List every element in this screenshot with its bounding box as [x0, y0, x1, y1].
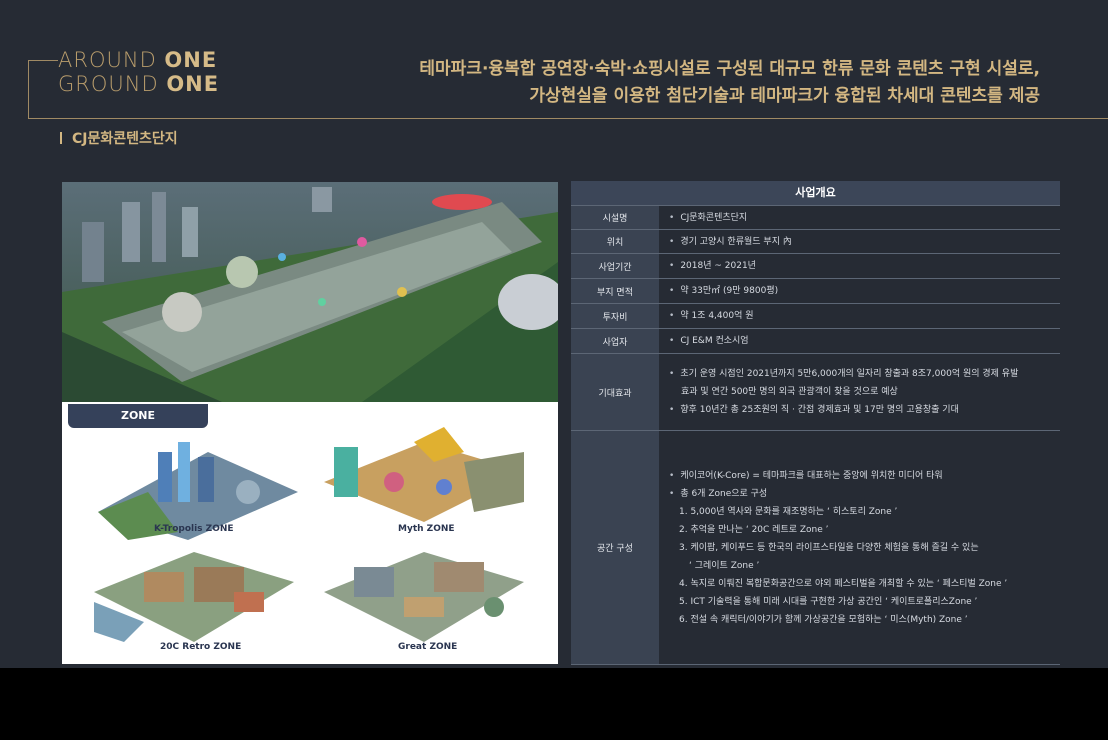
slide: AROUND ONE GROUND ONE 테마파크·융복합 공연장·숙박·쇼핑… — [0, 0, 1108, 668]
bullet-icon: • — [669, 470, 675, 481]
headline: 테마파크·융복합 공연장·숙박·쇼핑시설로 구성된 대규모 한류 문화 콘텐츠 … — [419, 56, 1040, 110]
great-illustration — [324, 552, 524, 642]
bullet-icon: • — [669, 236, 675, 247]
business-overview-table: 사업개요 시설명 • CJ문화콘텐츠단지 위치 • 경기 고양시 한류월드 부지 內… — [571, 181, 1060, 665]
row-label: 투자비 — [571, 304, 659, 328]
bullet-icon: • — [669, 212, 675, 223]
retro-illustration — [94, 552, 294, 642]
aerial-rendering-image — [62, 182, 558, 402]
row-value: • 경기 고양시 한류월드 부지 內 — [659, 230, 1060, 253]
zone-label-myth: Myth ZONE — [398, 524, 455, 534]
row-value: • 약 33만㎡ (9만 9800평) — [659, 279, 1060, 303]
table-row: 투자비 • 약 1조 4,400억 원 — [571, 303, 1060, 328]
section-title: CJ문화콘텐츠단지 — [60, 128, 178, 148]
bullet-icon: • — [669, 488, 675, 499]
row-label: 공간 구성 — [571, 431, 659, 664]
zone-label-k-tropolis: K-Tropolis ZONE — [154, 524, 234, 534]
logo-line-1: AROUND ONE — [58, 48, 218, 72]
brand-logo: AROUND ONE GROUND ONE — [58, 48, 219, 96]
table-row: 부지 면적 • 약 33만㎡ (9만 9800평) — [571, 278, 1060, 303]
zone-tab: ZONE — [68, 404, 208, 428]
row-value: • 약 1조 4,400억 원 — [659, 304, 1060, 328]
bullet-icon: • — [669, 286, 675, 296]
table-row: 공간 구성 • 케이코어(K-Core) = 테마파크를 대표하는 중앙에 위치한… — [571, 430, 1060, 665]
zone-tile-great — [314, 542, 534, 650]
myth-illustration — [324, 427, 524, 522]
zone-panel: ZONE K-Tropolis ZONE Myth ZONE 20C Retro… — [62, 402, 558, 664]
row-value: • 케이코어(K-Core) = 테마파크를 대표하는 중앙에 위치한 미디어 타… — [659, 431, 1060, 664]
row-value: • 2018년 ~ 2021년 — [659, 254, 1060, 278]
table-header: 사업개요 — [571, 181, 1060, 205]
table-row: 사업자 • CJ E&M 컨소시엄 — [571, 328, 1060, 353]
row-value: • CJ문화콘텐츠단지 — [659, 206, 1060, 229]
row-label: 부지 면적 — [571, 279, 659, 303]
row-label: 기대효과 — [571, 354, 659, 430]
table-row: 위치 • 경기 고양시 한류월드 부지 內 — [571, 229, 1060, 253]
bullet-icon: • — [669, 311, 675, 321]
logo-line-2: GROUND ONE — [58, 72, 220, 96]
table-row: 사업기간 • 2018년 ~ 2021년 — [571, 253, 1060, 278]
zone-label-20c-retro: 20C Retro ZONE — [160, 642, 242, 652]
row-label: 사업자 — [571, 329, 659, 353]
row-value: • 초기 운영 시점인 2021년까지 5만6,000개의 일자리 창출과 8조7… — [659, 354, 1060, 430]
frame-line — [28, 60, 58, 61]
letterbox-bar — [0, 668, 1108, 740]
table-row: 시설명 • CJ문화콘텐츠단지 — [571, 205, 1060, 229]
row-label: 위치 — [571, 230, 659, 253]
row-label: 사업기간 — [571, 254, 659, 278]
zone-tile-myth — [314, 422, 534, 530]
table-row: 기대효과 • 초기 운영 시점인 2021년까지 5만6,000개의 일자리 창출… — [571, 353, 1060, 430]
bullet-icon: • — [669, 405, 675, 415]
aerial-illustration — [62, 182, 558, 402]
zone-tile-20c-retro — [84, 542, 304, 650]
zone-label-great: Great ZONE — [398, 642, 458, 652]
headline-line-1: 테마파크·융복합 공연장·숙박·쇼핑시설로 구성된 대규모 한류 문화 콘텐츠 … — [419, 59, 1040, 79]
row-label: 시설명 — [571, 206, 659, 229]
bullet-icon: • — [669, 369, 675, 379]
bullet-icon: • — [669, 336, 675, 346]
headline-line-2: 가상현실을 이용한 첨단기술과 테마파크가 융합된 차세대 콘텐츠를 제공 — [529, 86, 1040, 106]
frame-line — [28, 60, 29, 118]
header-divider — [28, 118, 1108, 119]
bullet-icon: • — [669, 261, 675, 271]
row-value: • CJ E&M 컨소시엄 — [659, 329, 1060, 353]
section-marker — [60, 132, 62, 144]
